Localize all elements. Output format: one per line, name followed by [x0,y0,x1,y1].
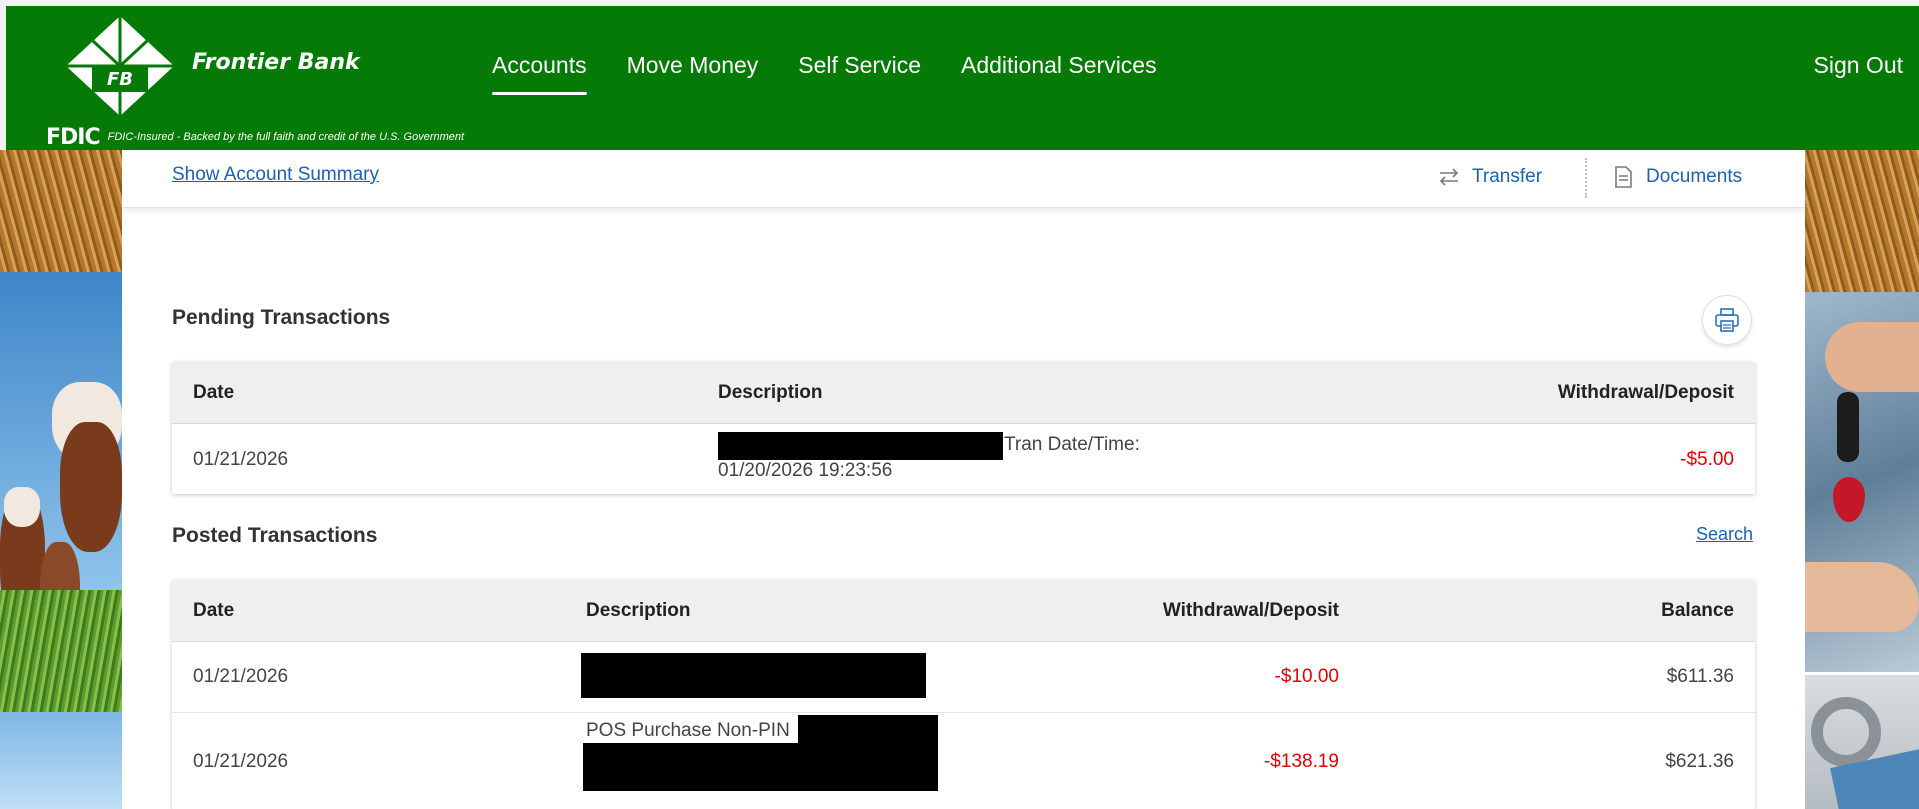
main-nav: Accounts Move Money Self Service Additio… [492,52,1157,97]
show-account-summary-link[interactable]: Show Account Summary [172,164,379,186]
col-withdrawal-deposit: Withdrawal/Deposit [1162,600,1339,621]
fdic-logo: FDIC [46,124,101,150]
house-key-image [1805,675,1919,809]
posted-transactions-title: Posted Transactions [172,524,378,547]
col-date: Date [193,382,235,403]
search-link[interactable]: Search [1696,524,1753,545]
fdic-text: FDIC-Insured - Backed by the full faith … [107,131,465,143]
site-header: FB Frontier Bank FDIC FDIC-Insured - Bac… [0,0,1919,150]
fdic-notice: FDIC FDIC-Insured - Backed by the full f… [46,124,464,150]
table-row[interactable]: 01/21/2026 -$10.00 $611.36 [172,642,1755,713]
col-withdrawal-deposit: Withdrawal/Deposit [1557,382,1734,403]
document-icon [1615,166,1632,188]
txn-desc-line1: Tran Date/Time: [1004,434,1140,455]
wheat-image [0,150,122,272]
txn-balance: $611.36 [1666,666,1734,687]
frontier-bank-logo[interactable]: FB [64,14,176,118]
table-row[interactable]: 01/21/2026 POS Purchase Non-PIN -$138.19… [172,713,1755,809]
printer-icon [1715,308,1739,332]
table-header: Date Description Withdrawal/Deposit [172,362,1755,424]
redacted-block [583,743,938,791]
transfer-label: Transfer [1472,166,1543,187]
sky-image [0,712,122,809]
pending-transactions-title: Pending Transactions [172,306,391,329]
table-row[interactable]: 01/21/2026 Tran Date/Time: 01/20/2026 19… [172,424,1755,494]
col-description: Description [718,382,823,403]
txn-amount: -$138.19 [1263,751,1339,772]
bank-name[interactable]: Frontier Bank [192,50,360,75]
txn-date: 01/21/2026 [193,751,289,772]
txn-desc-line2: 01/20/2026 19:23:56 [718,460,893,481]
txn-amount: -$10.00 [1274,666,1339,687]
col-description: Description [586,600,691,621]
account-toolbar: Show Account Summary Transfer Documents [122,150,1805,208]
txn-description: POS Purchase Non-PIN [586,720,790,741]
txn-date: 01/21/2026 [193,449,289,470]
grass-image [0,590,122,712]
transfer-arrows-icon [1439,168,1459,186]
wheat-image-right [1805,150,1919,292]
documents-button[interactable]: Documents [1610,164,1742,190]
nav-accounts[interactable]: Accounts [492,52,587,97]
print-button[interactable] [1702,295,1752,345]
col-date: Date [193,600,235,621]
nav-additional-services[interactable]: Additional Services [961,52,1157,97]
txn-balance: $621.36 [1665,751,1734,772]
nav-self-service[interactable]: Self Service [798,52,921,97]
nav-move-money[interactable]: Move Money [627,52,759,97]
col-balance: Balance [1661,600,1734,621]
header-bar: FB Frontier Bank FDIC FDIC-Insured - Bac… [6,6,1919,150]
redacted-block [581,653,926,698]
posted-transactions-table: Date Description Withdrawal/Deposit Bala… [172,580,1755,809]
transfer-button[interactable]: Transfer [1436,164,1542,190]
redacted-block [718,432,1003,460]
toolbar-divider [1585,158,1587,198]
sign-out-link[interactable]: Sign Out [1814,52,1904,79]
left-decorative-image [0,150,122,809]
right-decorative-image [1805,150,1919,809]
documents-label: Documents [1646,166,1743,187]
logo-initials: FB [107,69,133,90]
car-keys-image [1805,292,1919,672]
txn-amount: -$5.00 [1680,449,1734,470]
redacted-block [798,715,938,743]
pending-transactions-table: Date Description Withdrawal/Deposit 01/2… [172,362,1755,494]
txn-date: 01/21/2026 [193,666,289,687]
table-header: Date Description Withdrawal/Deposit Bala… [172,580,1755,642]
